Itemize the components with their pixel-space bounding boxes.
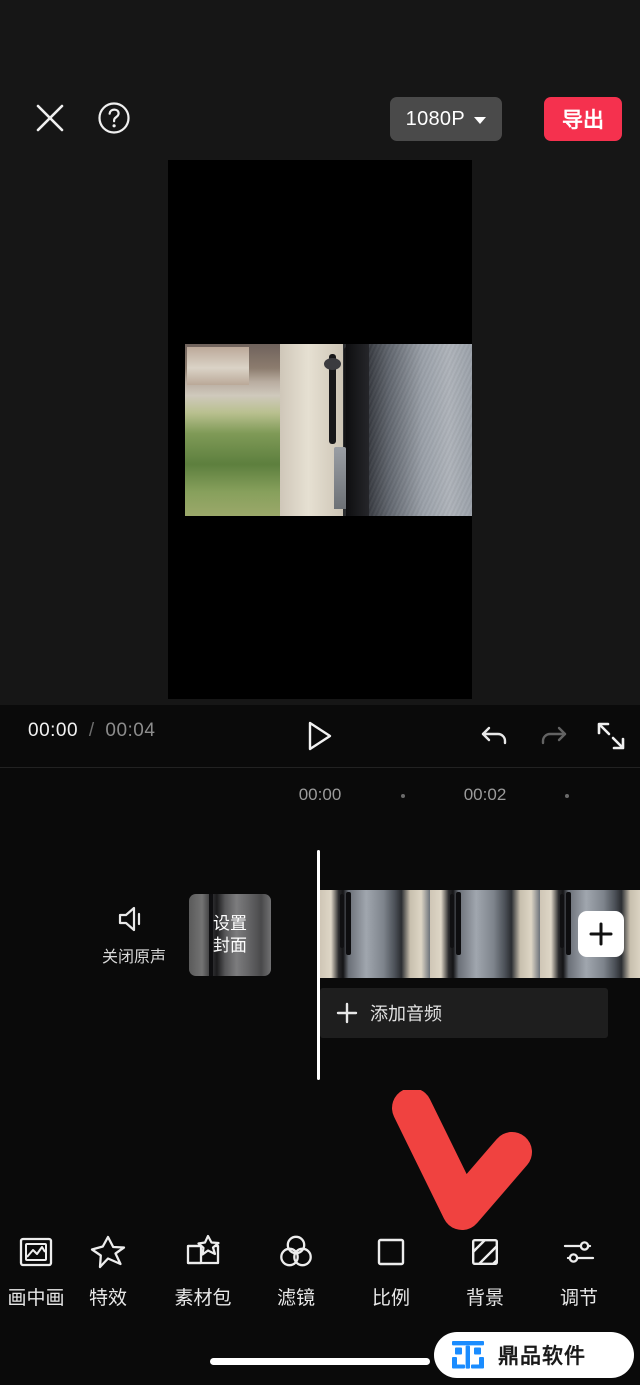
cover-label: 设置 封面	[213, 913, 247, 957]
speaker-mute-icon	[118, 906, 141, 931]
undo-icon	[481, 726, 507, 745]
mute-original-audio-button[interactable]: 关闭原声	[96, 894, 172, 976]
resolution-selector[interactable]: 1080P	[389, 97, 502, 141]
help-button[interactable]	[92, 96, 136, 140]
current-time: 00:00	[28, 720, 79, 741]
export-label: 导出	[562, 109, 604, 132]
bottom-toolbar[interactable]: 画中画 特效 素材包 滤镜 比例 背景 调节	[0, 1232, 640, 1332]
play-button[interactable]	[298, 716, 342, 756]
toolbar-item-label: 比例	[371, 1288, 410, 1309]
toolbar-item-label: 滤镜	[276, 1288, 315, 1309]
fullscreen-icon	[597, 722, 625, 750]
chevron-down-icon	[474, 116, 486, 124]
toolbar-item-label: 背景	[465, 1288, 504, 1309]
toolbar-item-label: 特效	[88, 1288, 127, 1309]
redo-button[interactable]	[532, 716, 574, 756]
toolbar-item-background-hatch[interactable]: 背景	[439, 1232, 531, 1310]
fullscreen-button[interactable]	[590, 716, 632, 756]
dingpin-logo-icon	[452, 1341, 484, 1369]
cover-label-line1: 设置	[213, 914, 247, 934]
timeline-ruler[interactable]: 00:00 00:02	[0, 776, 640, 816]
export-button[interactable]: 导出	[544, 97, 622, 141]
watermark: 鼎品软件	[434, 1332, 634, 1378]
toolbar-item-label: 调节	[559, 1288, 598, 1309]
close-button[interactable]	[28, 96, 72, 140]
video-clip-preview	[185, 344, 472, 516]
toolbar-item-material-pack[interactable]: 素材包	[157, 1232, 249, 1310]
add-audio-label: 添加音频	[370, 1004, 442, 1024]
background-hatch-icon	[466, 1232, 504, 1272]
ruler-tick-label: 00:02	[463, 785, 507, 804]
toolbar-item-adjust-sliders[interactable]: 调节	[533, 1232, 625, 1310]
picture-in-picture-icon	[17, 1232, 55, 1272]
help-circle-icon	[98, 102, 130, 134]
toolbar-item-label: 素材包	[174, 1288, 232, 1309]
play-icon	[308, 721, 332, 751]
playhead[interactable]	[317, 850, 320, 1080]
time-readout: 00:00 / 00:04	[28, 720, 155, 742]
ruler-tick-dot	[401, 794, 405, 798]
home-indicator	[210, 1358, 430, 1365]
filter-circles-icon	[277, 1232, 315, 1272]
toolbar-item-label: 画中画	[7, 1288, 65, 1309]
plus-icon	[589, 922, 613, 946]
video-frame-content	[185, 344, 472, 516]
adjust-sliders-icon	[560, 1232, 598, 1272]
set-cover-button[interactable]: 设置 封面	[189, 894, 271, 976]
ruler-tick-label: 00:00	[298, 785, 342, 804]
undo-button[interactable]	[474, 716, 516, 756]
preview-area	[0, 160, 640, 705]
total-time: 00:04	[105, 720, 156, 741]
video-canvas[interactable]	[168, 160, 472, 699]
aspect-ratio-icon	[372, 1232, 410, 1272]
plus-icon	[336, 1002, 358, 1024]
toolbar-item-aspect-ratio[interactable]: 比例	[345, 1232, 437, 1310]
time-separator: /	[88, 720, 95, 741]
material-pack-icon	[184, 1232, 222, 1272]
video-thumbnail-frame	[320, 890, 430, 978]
top-bar: 1080P 导出	[0, 0, 640, 160]
add-clip-button[interactable]	[578, 911, 624, 957]
cover-label-line2: 封面	[213, 936, 247, 955]
toolbar-item-star-effects[interactable]: 特效	[62, 1232, 154, 1310]
watermark-text: 鼎品软件	[498, 1345, 586, 1368]
close-icon	[36, 104, 64, 132]
toolbar-item-filter-circles[interactable]: 滤镜	[250, 1232, 342, 1310]
ruler-tick-dot	[565, 794, 569, 798]
capcut-editor-screen: 1080P 导出 00:00 / 00:04 00:00 00:02 关闭原声 …	[0, 0, 640, 1385]
redo-icon	[541, 726, 567, 745]
star-effects-icon	[89, 1232, 127, 1272]
resolution-label: 1080P	[405, 107, 465, 130]
mute-label: 关闭原声	[101, 948, 166, 966]
video-thumbnail-frame	[430, 890, 540, 978]
add-audio-track[interactable]: 添加音频	[320, 988, 608, 1038]
